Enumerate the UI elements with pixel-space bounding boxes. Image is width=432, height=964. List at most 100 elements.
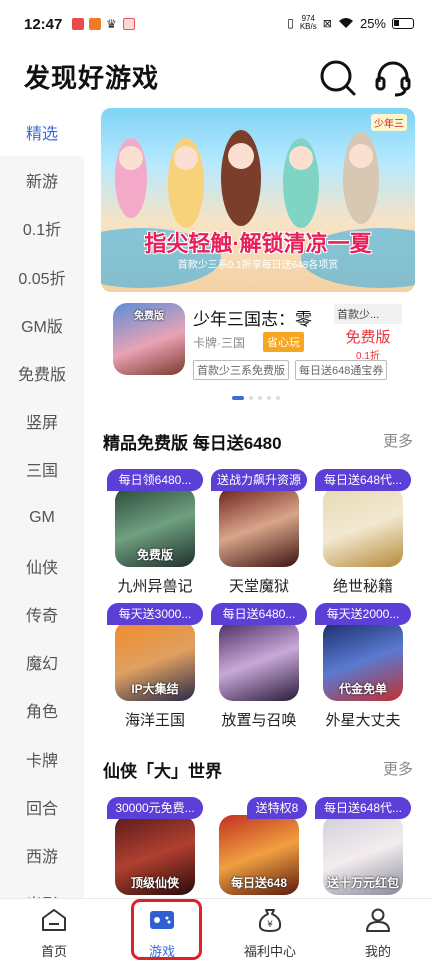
person-icon — [366, 908, 390, 932]
nav-welfare-center[interactable]: ¥ 福利中心 — [216, 899, 324, 964]
game-icon: 顶级仙侠 — [115, 815, 195, 895]
game-card[interactable]: 30000元免费... 顶级仙侠 — [107, 797, 203, 897]
carousel-dot — [249, 396, 253, 400]
game-card[interactable]: 每天送2000... 代金免单 外星大丈夫 — [315, 603, 411, 729]
game-icon-label: 送十万元红包 — [327, 876, 400, 890]
bottom-nav: 首页 游戏 ¥ 福利中心 我的 — [0, 898, 432, 964]
promo-banner[interactable]: 少年三 指尖轻触·解锁清凉一夏 首款少三系0.1折享每日送648各项赏 — [101, 108, 415, 292]
featured-tag: 首款少三系免费版 — [193, 360, 289, 380]
status-bar: 12:47 ♛ ▯ 974 KB/s ⊠ 25% — [0, 0, 432, 50]
game-badge: 送特权8 — [247, 797, 307, 819]
game-card[interactable]: 每天送3000... IP大集结 海洋王国 — [107, 603, 203, 729]
status-time: 12:47 — [24, 16, 63, 33]
sidebar-item-rpg[interactable]: 角色 — [0, 686, 84, 734]
featured-tag: 每日送648通宝券 — [295, 360, 388, 380]
game-card[interactable]: 每日送6480... 放置与召唤 — [211, 603, 307, 729]
sidebar-item-portrait[interactable]: 竖屏 — [0, 397, 84, 445]
sidebar-item-new[interactable]: 新游 — [0, 156, 84, 204]
banner-subline: 首款少三系0.1折享每日送648各项赏 — [177, 260, 339, 271]
game-name: 九州异兽记 — [117, 578, 193, 595]
crown-icon: ♛ — [106, 17, 117, 31]
money-bag-icon: ¥ — [258, 909, 282, 932]
game-card[interactable]: 送战力飙升资源 天堂魔狱 — [211, 469, 307, 595]
notification-app-icon — [123, 18, 135, 30]
headset-icon[interactable] — [373, 58, 413, 98]
game-icon-label: 顶级仙侠 — [130, 876, 179, 890]
game-icon: 送十万元红包 — [323, 815, 403, 895]
sidebar-item-turn-based[interactable]: 回合 — [0, 783, 84, 831]
promo-badge-main: 免费版 — [345, 329, 391, 346]
sidebar-item-xianxia[interactable]: 仙侠 — [0, 542, 84, 590]
carousel-indicator — [232, 396, 280, 400]
game-icon-label: 每日送648 — [230, 876, 288, 890]
sidebar-item-featured[interactable]: 精选 — [0, 108, 84, 157]
game-icon: IP大集结 — [115, 621, 195, 701]
section-title: 仙侠「大」世界 — [103, 762, 222, 781]
sidebar-item-journey-west[interactable]: 西游 — [0, 831, 84, 879]
game-icon — [323, 487, 403, 567]
carousel-dot — [258, 396, 262, 400]
battery-icon — [392, 17, 414, 29]
game-icon-label: 免费版 — [136, 548, 173, 562]
featured-icon-label: 免费版 — [134, 311, 164, 322]
game-card[interactable]: 每日送648代... 绝世秘籍 — [315, 469, 411, 595]
blocked-icon: ⊠ — [322, 17, 332, 30]
promo-badge: 首款少... 免费版 0.1折 — [334, 304, 402, 362]
game-badge: 每日领6480... — [107, 469, 203, 491]
section-more-link[interactable]: 更多 — [383, 758, 413, 779]
vibrate-icon: ▯ — [287, 16, 294, 30]
page-title: 发现好游戏 — [24, 63, 160, 93]
game-badge: 每日送648代... — [315, 469, 411, 491]
net-speed: 974 KB/s — [299, 14, 317, 31]
nav-label: 首页 — [40, 944, 67, 959]
notification-app-icon — [72, 18, 84, 30]
notification-app-icon — [89, 18, 101, 30]
svg-text:¥: ¥ — [267, 920, 273, 930]
game-badge: 每日送6480... — [211, 603, 307, 625]
game-name: 绝世秘籍 — [332, 578, 393, 595]
game-name: 天堂魔狱 — [228, 578, 289, 595]
carousel-dot — [232, 396, 244, 400]
featured-game-chip: 省心玩 — [263, 332, 304, 352]
carousel-dot — [267, 396, 271, 400]
section-title: 精品免费版 每日送6480 — [103, 434, 282, 453]
sidebar-item-0-05-discount[interactable]: 0.05折 — [0, 253, 84, 301]
featured-game-genre: 卡牌·三国 — [193, 336, 245, 350]
game-name: 外星大丈夫 — [325, 712, 401, 729]
game-name: 海洋王国 — [124, 712, 185, 729]
sidebar-item-0-1-discount[interactable]: 0.1折 — [0, 204, 84, 252]
game-badge: 送战力飙升资源 — [211, 469, 307, 491]
sidebar-item-card[interactable]: 卡牌 — [0, 734, 84, 782]
game-icon-label: IP大集结 — [131, 682, 179, 696]
game-icon: 代金免单 — [323, 621, 403, 701]
banner-logo: 少年三 — [371, 114, 407, 131]
game-icon-label: 代金免单 — [338, 682, 387, 696]
game-card[interactable]: 送特权8 每日送648 — [211, 797, 307, 897]
nav-profile[interactable]: 我的 — [324, 899, 432, 964]
game-card[interactable]: 每日领6480... 免费版 九州异兽记 — [107, 469, 203, 595]
sidebar-item-gm-version[interactable]: GM版 — [0, 301, 84, 349]
carousel-dot — [276, 396, 280, 400]
game-icon: 免费版 — [115, 487, 195, 567]
sidebar-item-legend[interactable]: 传奇 — [0, 590, 84, 638]
sidebar-item-light-shadow[interactable]: 光影 — [0, 879, 84, 898]
section-more-link[interactable]: 更多 — [383, 430, 413, 451]
search-icon[interactable] — [318, 58, 358, 98]
game-card[interactable]: 每日送648代... 送十万元红包 — [315, 797, 411, 897]
nav-home[interactable]: 首页 — [0, 899, 108, 964]
sidebar-item-free-version[interactable]: 免费版 — [0, 349, 84, 397]
battery-percent: 25% — [359, 15, 386, 31]
game-icon — [219, 487, 299, 567]
promo-badge-top: 首款少... — [334, 304, 402, 324]
category-sidebar: 精选 新游 0.1折 0.05折 GM版 免费版 竖屏 三国 GM 仙侠 传奇 … — [0, 108, 84, 898]
featured-game-title[interactable]: 少年三国志：零 — [193, 305, 312, 330]
featured-game-icon[interactable]: 免费版 — [113, 303, 185, 375]
home-icon — [42, 909, 66, 931]
sidebar-item-fantasy[interactable]: 魔幻 — [0, 638, 84, 686]
game-name: 放置与召唤 — [221, 712, 297, 729]
sidebar-item-gm[interactable]: GM — [0, 494, 84, 542]
nav-label: 我的 — [364, 944, 391, 959]
game-badge: 每天送2000... — [315, 603, 411, 625]
game-badge: 30000元免费... — [107, 797, 203, 819]
sidebar-item-three-kingdoms[interactable]: 三国 — [0, 445, 84, 493]
